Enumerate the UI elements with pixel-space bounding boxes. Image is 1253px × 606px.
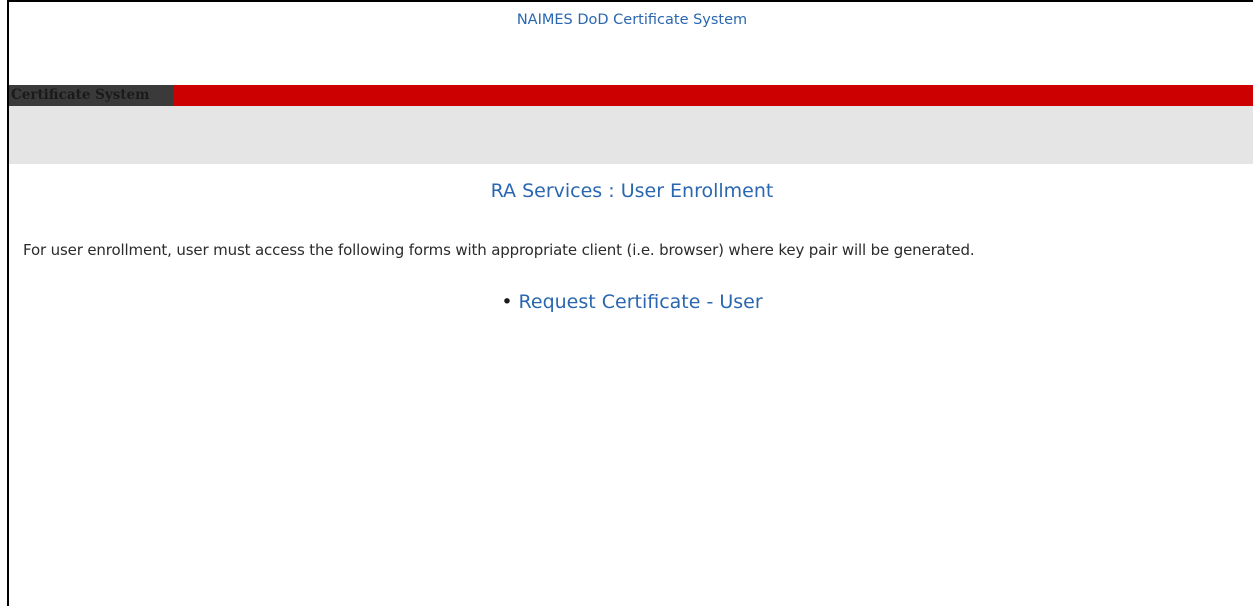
enrollment-form-list: • Request Certificate - User [9,291,1253,313]
banner-label: Certificate System [9,85,173,106]
section-heading: RA Services : User Enrollment [9,180,1253,202]
page-frame: NAIMES DoD Certificate System Certificat… [7,0,1253,606]
bullet-icon: • [501,291,513,313]
enrollment-description: For user enrollment, user must access th… [23,241,975,259]
heading-section-name: RA Services [490,180,603,202]
list-item: • Request Certificate - User [501,291,762,313]
navigation-band [9,106,1253,164]
page-title: NAIMES DoD Certificate System [516,12,748,28]
heading-page-name: User Enrollment [620,180,774,202]
banner-bar: Certificate System [9,85,1253,106]
request-certificate-user-link[interactable]: Request Certificate - User [519,291,763,313]
heading-separator: : [608,180,615,202]
